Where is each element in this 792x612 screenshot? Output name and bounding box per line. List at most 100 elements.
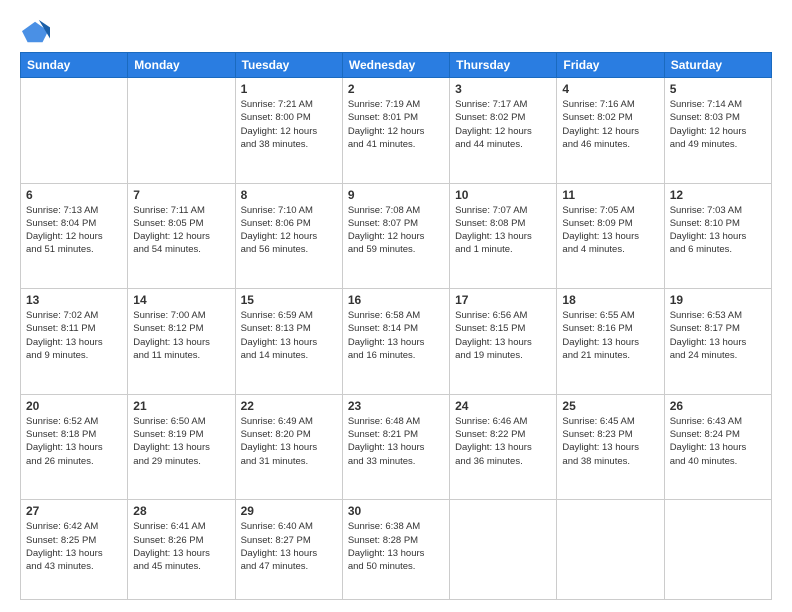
- calendar-week-2: 6 Sunrise: 7:13 AM Sunset: 8:04 PM Daylig…: [21, 183, 772, 289]
- calendar-cell: 17 Sunrise: 6:56 AM Sunset: 8:15 PM Dayli…: [450, 289, 557, 395]
- day-info: Sunrise: 6:46 AM Sunset: 8:22 PM Dayligh…: [455, 415, 551, 468]
- day-info: Sunrise: 7:21 AM Sunset: 8:00 PM Dayligh…: [241, 98, 337, 151]
- calendar-cell: 27 Sunrise: 6:42 AM Sunset: 8:25 PM Dayli…: [21, 500, 128, 600]
- day-number: 26: [670, 399, 766, 413]
- calendar-cell: 21Sunrise: 6:50 AM Sunset: 8:19 PM Dayli…: [128, 394, 235, 500]
- day-info: Sunrise: 6:55 AM Sunset: 8:16 PM Dayligh…: [562, 309, 658, 362]
- day-info: Sunrise: 7:05 AM Sunset: 8:09 PM Dayligh…: [562, 204, 658, 257]
- day-number: 8: [241, 188, 337, 202]
- calendar-cell: [450, 500, 557, 600]
- calendar-cell: 22 Sunrise: 6:49 AM Sunset: 8:20 PM Dayli…: [235, 394, 342, 500]
- calendar-cell: 18 Sunrise: 6:55 AM Sunset: 8:16 PM Dayli…: [557, 289, 664, 395]
- day-number: 20: [26, 399, 122, 413]
- day-info: Sunrise: 7:07 AM Sunset: 8:08 PM Dayligh…: [455, 204, 551, 257]
- calendar-cell: [557, 500, 664, 600]
- day-info: Sunrise: 6:38 AM Sunset: 8:28 PM Dayligh…: [348, 520, 444, 573]
- day-number: 18: [562, 293, 658, 307]
- day-info: Sunrise: 6:48 AM Sunset: 8:21 PM Dayligh…: [348, 415, 444, 468]
- calendar-cell: 10 Sunrise: 7:07 AM Sunset: 8:08 PM Dayli…: [450, 183, 557, 289]
- day-info: Sunrise: 6:41 AM Sunset: 8:26 PM Dayligh…: [133, 520, 229, 573]
- day-number: 5: [670, 82, 766, 96]
- calendar-cell: 29 Sunrise: 6:40 AM Sunset: 8:27 PM Dayli…: [235, 500, 342, 600]
- day-info: Sunrise: 7:13 AM Sunset: 8:04 PM Dayligh…: [26, 204, 122, 257]
- day-info: Sunrise: 6:40 AM Sunset: 8:27 PM Dayligh…: [241, 520, 337, 573]
- weekday-header-saturday: Saturday: [664, 53, 771, 78]
- calendar-cell: 6 Sunrise: 7:13 AM Sunset: 8:04 PM Daylig…: [21, 183, 128, 289]
- calendar-cell: 3 Sunrise: 7:17 AM Sunset: 8:02 PM Daylig…: [450, 78, 557, 184]
- day-number: 15: [241, 293, 337, 307]
- day-number: 24: [455, 399, 551, 413]
- day-number: 11: [562, 188, 658, 202]
- day-info: Sunrise: 6:50 AM Sunset: 8:19 PM Dayligh…: [133, 415, 229, 468]
- calendar-cell: 8 Sunrise: 7:10 AM Sunset: 8:06 PM Daylig…: [235, 183, 342, 289]
- day-info: Sunrise: 7:17 AM Sunset: 8:02 PM Dayligh…: [455, 98, 551, 151]
- calendar-cell: 19Sunrise: 6:53 AM Sunset: 8:17 PM Dayli…: [664, 289, 771, 395]
- day-number: 27: [26, 504, 122, 518]
- day-info: Sunrise: 7:03 AM Sunset: 8:10 PM Dayligh…: [670, 204, 766, 257]
- calendar-cell: 20 Sunrise: 6:52 AM Sunset: 8:18 PM Dayli…: [21, 394, 128, 500]
- calendar-week-1: 1Sunrise: 7:21 AM Sunset: 8:00 PM Daylig…: [21, 78, 772, 184]
- day-number: 19: [670, 293, 766, 307]
- weekday-header-thursday: Thursday: [450, 53, 557, 78]
- calendar-week-3: 13 Sunrise: 7:02 AM Sunset: 8:11 PM Dayli…: [21, 289, 772, 395]
- day-info: Sunrise: 6:59 AM Sunset: 8:13 PM Dayligh…: [241, 309, 337, 362]
- calendar-week-5: 27 Sunrise: 6:42 AM Sunset: 8:25 PM Dayli…: [21, 500, 772, 600]
- day-number: 30: [348, 504, 444, 518]
- day-number: 16: [348, 293, 444, 307]
- day-number: 3: [455, 82, 551, 96]
- logo-icon: [22, 18, 50, 46]
- weekday-header-wednesday: Wednesday: [342, 53, 449, 78]
- day-info: Sunrise: 7:16 AM Sunset: 8:02 PM Dayligh…: [562, 98, 658, 151]
- day-number: 13: [26, 293, 122, 307]
- calendar-cell: [21, 78, 128, 184]
- day-number: 23: [348, 399, 444, 413]
- day-info: Sunrise: 6:52 AM Sunset: 8:18 PM Dayligh…: [26, 415, 122, 468]
- day-info: Sunrise: 7:14 AM Sunset: 8:03 PM Dayligh…: [670, 98, 766, 151]
- day-number: 2: [348, 82, 444, 96]
- day-number: 22: [241, 399, 337, 413]
- calendar-cell: 23 Sunrise: 6:48 AM Sunset: 8:21 PM Dayli…: [342, 394, 449, 500]
- day-number: 28: [133, 504, 229, 518]
- calendar-cell: [128, 78, 235, 184]
- page: SundayMondayTuesdayWednesdayThursdayFrid…: [0, 0, 792, 612]
- day-number: 7: [133, 188, 229, 202]
- header: [20, 18, 772, 42]
- weekday-header-monday: Monday: [128, 53, 235, 78]
- day-info: Sunrise: 7:19 AM Sunset: 8:01 PM Dayligh…: [348, 98, 444, 151]
- day-number: 25: [562, 399, 658, 413]
- day-info: Sunrise: 7:08 AM Sunset: 8:07 PM Dayligh…: [348, 204, 444, 257]
- calendar-cell: 28 Sunrise: 6:41 AM Sunset: 8:26 PM Dayli…: [128, 500, 235, 600]
- calendar-cell: 12 Sunrise: 7:03 AM Sunset: 8:10 PM Dayli…: [664, 183, 771, 289]
- weekday-header-sunday: Sunday: [21, 53, 128, 78]
- day-number: 6: [26, 188, 122, 202]
- day-info: Sunrise: 6:56 AM Sunset: 8:15 PM Dayligh…: [455, 309, 551, 362]
- day-number: 4: [562, 82, 658, 96]
- day-number: 29: [241, 504, 337, 518]
- logo: [20, 18, 50, 42]
- day-info: Sunrise: 6:43 AM Sunset: 8:24 PM Dayligh…: [670, 415, 766, 468]
- calendar-cell: 24 Sunrise: 6:46 AM Sunset: 8:22 PM Dayli…: [450, 394, 557, 500]
- day-number: 12: [670, 188, 766, 202]
- day-info: Sunrise: 6:45 AM Sunset: 8:23 PM Dayligh…: [562, 415, 658, 468]
- day-number: 14: [133, 293, 229, 307]
- day-number: 10: [455, 188, 551, 202]
- calendar-cell: 26 Sunrise: 6:43 AM Sunset: 8:24 PM Dayli…: [664, 394, 771, 500]
- calendar-cell: 7Sunrise: 7:11 AM Sunset: 8:05 PM Daylig…: [128, 183, 235, 289]
- day-info: Sunrise: 6:49 AM Sunset: 8:20 PM Dayligh…: [241, 415, 337, 468]
- calendar-table: SundayMondayTuesdayWednesdayThursdayFrid…: [20, 52, 772, 600]
- day-info: Sunrise: 7:02 AM Sunset: 8:11 PM Dayligh…: [26, 309, 122, 362]
- calendar-week-4: 20 Sunrise: 6:52 AM Sunset: 8:18 PM Dayli…: [21, 394, 772, 500]
- calendar-cell: 30 Sunrise: 6:38 AM Sunset: 8:28 PM Dayli…: [342, 500, 449, 600]
- calendar-cell: 25 Sunrise: 6:45 AM Sunset: 8:23 PM Dayli…: [557, 394, 664, 500]
- calendar-cell: 16 Sunrise: 6:58 AM Sunset: 8:14 PM Dayli…: [342, 289, 449, 395]
- weekday-header-row: SundayMondayTuesdayWednesdayThursdayFrid…: [21, 53, 772, 78]
- day-info: Sunrise: 6:42 AM Sunset: 8:25 PM Dayligh…: [26, 520, 122, 573]
- day-number: 17: [455, 293, 551, 307]
- day-info: Sunrise: 6:58 AM Sunset: 8:14 PM Dayligh…: [348, 309, 444, 362]
- calendar-cell: 9 Sunrise: 7:08 AM Sunset: 8:07 PM Daylig…: [342, 183, 449, 289]
- day-number: 9: [348, 188, 444, 202]
- day-info: Sunrise: 7:10 AM Sunset: 8:06 PM Dayligh…: [241, 204, 337, 257]
- calendar-cell: 5 Sunrise: 7:14 AM Sunset: 8:03 PM Daylig…: [664, 78, 771, 184]
- weekday-header-friday: Friday: [557, 53, 664, 78]
- weekday-header-tuesday: Tuesday: [235, 53, 342, 78]
